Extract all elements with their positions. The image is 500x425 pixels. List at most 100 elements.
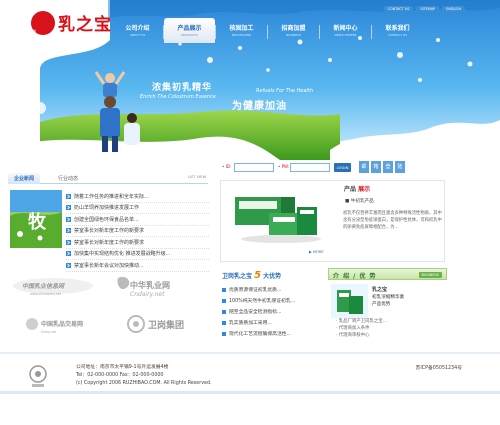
mail-link-4[interactable]: 陆: [395, 161, 405, 173]
nav-processing[interactable]: 核固加工 PROCESSING: [216, 18, 267, 43]
business-line-2: 初乳浓缩精华素: [372, 295, 405, 300]
bullet-icon: [66, 216, 71, 222]
product-image[interactable]: [225, 187, 337, 251]
password-input[interactable]: [290, 163, 330, 172]
list-item[interactable]: 奶山羊饲养加快推进发展工作: [66, 203, 209, 214]
advantages-title: 卫岗乳之宝 5 大优势: [222, 270, 281, 281]
news-title: 加快集中实现结构优化 推进发展战略升级...: [74, 251, 171, 258]
nav-label: 公司介绍: [125, 25, 150, 32]
partner-weigang[interactable]: 卫岗集团: [127, 315, 184, 333]
list-item[interactable]: · 代理商审核中心: [336, 332, 387, 339]
list-item[interactable]: 禁室事长对新年度工作的新要求: [66, 226, 209, 237]
partner-chinadairy[interactable]: 中国乳业信息网 www.chinadairy.net: [13, 278, 93, 296]
nav-about[interactable]: 公司介绍 ABOUT US: [112, 18, 163, 43]
nav-sublabel: ABOUT US: [129, 33, 146, 37]
partner-dairy-trade[interactable]: 中国乳品交易网 Dairy.net: [26, 318, 83, 334]
banner-slogan-left: 浓集初乳精华: [152, 83, 213, 93]
login-button[interactable]: LOGIN: [334, 163, 351, 172]
top-links: CONTACT US SITEMAP ENGLISH: [383, 6, 465, 12]
bullet-icon: [222, 331, 226, 336]
list-item[interactable]: 随着工作任务的推进和全年实际...: [66, 191, 209, 203]
page: 卫岗 乳之宝 CONTACT US SITEMAP ENGLISH 公司介绍 A…: [0, 0, 500, 425]
advantage-text: 随至全品安全检测指标...: [229, 310, 282, 315]
news-image[interactable]: 牧: [10, 190, 62, 248]
business-links: · 乳品厂转产卫岗乳之宝... · 代理商加入条件 · 代理商审核中心: [336, 318, 387, 339]
bullet-icon: [66, 251, 71, 257]
partner-cndairy[interactable]: 中华乳业网 Cndairy.net: [117, 276, 170, 298]
partner-url: www.chinadairy.net: [30, 292, 62, 296]
mail-link-2[interactable]: 箱: [371, 161, 381, 173]
list-item[interactable]: 优质原源保证初乳优质...: [222, 284, 326, 295]
logo[interactable]: 乳之宝: [58, 10, 112, 35]
footer-info: 公司地址：南京市太平镇9-1号外运发展4楼 Tel：02-000-0000 Fa…: [76, 364, 212, 388]
list-item[interactable]: 加快集中实现结构优化 推进发展战略升级...: [66, 249, 209, 260]
news-title: 随着工作任务的推进和全年实际...: [74, 193, 149, 200]
bullet-icon: [222, 309, 226, 314]
list-item[interactable]: · 代理商加入条件: [336, 325, 387, 332]
business-line-1: 乳之宝: [372, 287, 388, 293]
list-item[interactable]: · 乳品厂转产卫岗乳之宝...: [336, 318, 387, 325]
partner-name: 中国乳品交易网: [41, 320, 83, 328]
footer-tel: Tel：02-000-0000 Fax：02-000-0000: [76, 373, 164, 378]
contact-us-link[interactable]: CONTACT US: [383, 6, 414, 12]
product-description: 初乳不仅营养丰富而且富含多种特殊活性物质，其中含有分泌型免疫球蛋白，是保护性抗体…: [343, 211, 442, 230]
news-list: 随着工作任务的推进和全年实际... 奶山羊饲养加快推进发展工作 创建全国绿色环保…: [66, 191, 209, 272]
nav-sublabel: PRODUCTS: [181, 33, 198, 37]
business-box-title: 介 绍 / 优 势: [333, 273, 377, 280]
list-item[interactable]: 随至全品安全检测指标...: [222, 306, 326, 317]
news-tabs: 企业新闻 行业动态 LIST VIEW: [8, 172, 208, 184]
nav-label: 核固加工: [229, 25, 254, 32]
advantage-text: 乳实质质加工采用...: [229, 321, 272, 326]
business-image[interactable]: [331, 284, 368, 318]
mail-login-links: 邮 箱 登 陆: [359, 161, 405, 173]
nav-business[interactable]: 招商加盟 BUSINESS: [268, 18, 319, 43]
footer-logo-icon: [29, 365, 47, 387]
list-item[interactable]: 100%纯天然牛初乳保证初乳...: [222, 295, 326, 306]
nav-label: 联系我们: [385, 25, 410, 32]
bullet-icon: [222, 287, 226, 292]
advantages-title-a: 卫岗乳之宝: [222, 273, 253, 280]
advantage-text: 优质原源保证初乳优质...: [229, 288, 282, 293]
mail-link-3[interactable]: 登: [383, 161, 393, 173]
advantage-text: 100%纯天然牛初乳保证初乳...: [229, 299, 296, 304]
mail-link-1[interactable]: 邮: [359, 161, 369, 173]
list-item[interactable]: 禁室事长对新年度工作的新要求: [66, 237, 209, 249]
list-item[interactable]: 禁室事长新年会议对加快推动...: [66, 260, 209, 272]
bullet-icon: [66, 205, 71, 211]
nav-sublabel: PROCESSING: [231, 33, 252, 37]
english-link[interactable]: ENGLISH: [442, 6, 465, 12]
product-title-a: 产品: [344, 186, 357, 193]
partner-name: 卫岗集团: [148, 319, 184, 331]
sitemap-link[interactable]: SITEMAP: [416, 6, 440, 12]
partner-name: 中国乳业信息网: [22, 282, 65, 290]
nav-news[interactable]: 新闻中心 NEWS CENTER: [320, 18, 371, 43]
nav-products[interactable]: 产品展示 PRODUCTS: [164, 18, 215, 43]
partner-url: Cndairy.net: [130, 291, 165, 298]
news-title: 禁室事长对新年度工作的新要求: [74, 228, 145, 235]
business-line-3: 产品优势: [372, 302, 391, 307]
nav-sublabel: NEWS CENTER: [334, 33, 357, 37]
business-box: 介 绍 / 优 势 BUSINESS 乳之宝 初乳浓缩精华素 产品优势 · 乳品…: [328, 268, 447, 346]
bullet-icon: [66, 262, 71, 268]
advantage-text: 现代化工艺流程确保高活性...: [229, 332, 292, 337]
advantages-title-num: 5: [254, 270, 262, 281]
id-input[interactable]: [234, 163, 274, 172]
tab-industry-news[interactable]: 行业动态: [52, 173, 84, 184]
news-more-link[interactable]: LIST VIEW: [188, 175, 206, 179]
product-more-link[interactable]: ▶ MORE: [309, 250, 324, 254]
partner-logos: 中国乳业信息网 www.chinadairy.net 中华乳业网 Cndairy…: [13, 276, 184, 334]
list-item[interactable]: 乳实质质加工采用...: [222, 317, 326, 328]
banner-slogan-left-en: Enrich The Colostrum Essence: [140, 94, 216, 100]
partner-url: Dairy.net: [41, 330, 57, 334]
nav-sublabel: BUSINESS: [286, 33, 301, 37]
product-name[interactable]: ■ 牛初乳产品: [345, 198, 374, 204]
tab-company-news[interactable]: 企业新闻: [8, 173, 41, 184]
logo-badge-text: 卫岗: [30, 29, 37, 33]
nav-sublabel: CONTACT US: [387, 33, 408, 37]
business-box-header: 介 绍 / 优 势 BUSINESS: [328, 268, 447, 280]
bullet-icon: [66, 193, 71, 199]
list-item[interactable]: 现代化工艺流程确保高活性...: [222, 328, 326, 339]
list-item[interactable]: 创建全国绿色环保食品名单...: [66, 214, 209, 226]
footer: 公司地址：南京市太平镇9-1号外运发展4楼 Tel：02-000-0000 Fa…: [0, 352, 500, 425]
nav-contact[interactable]: 联系我们 CONTACT US: [372, 18, 423, 43]
